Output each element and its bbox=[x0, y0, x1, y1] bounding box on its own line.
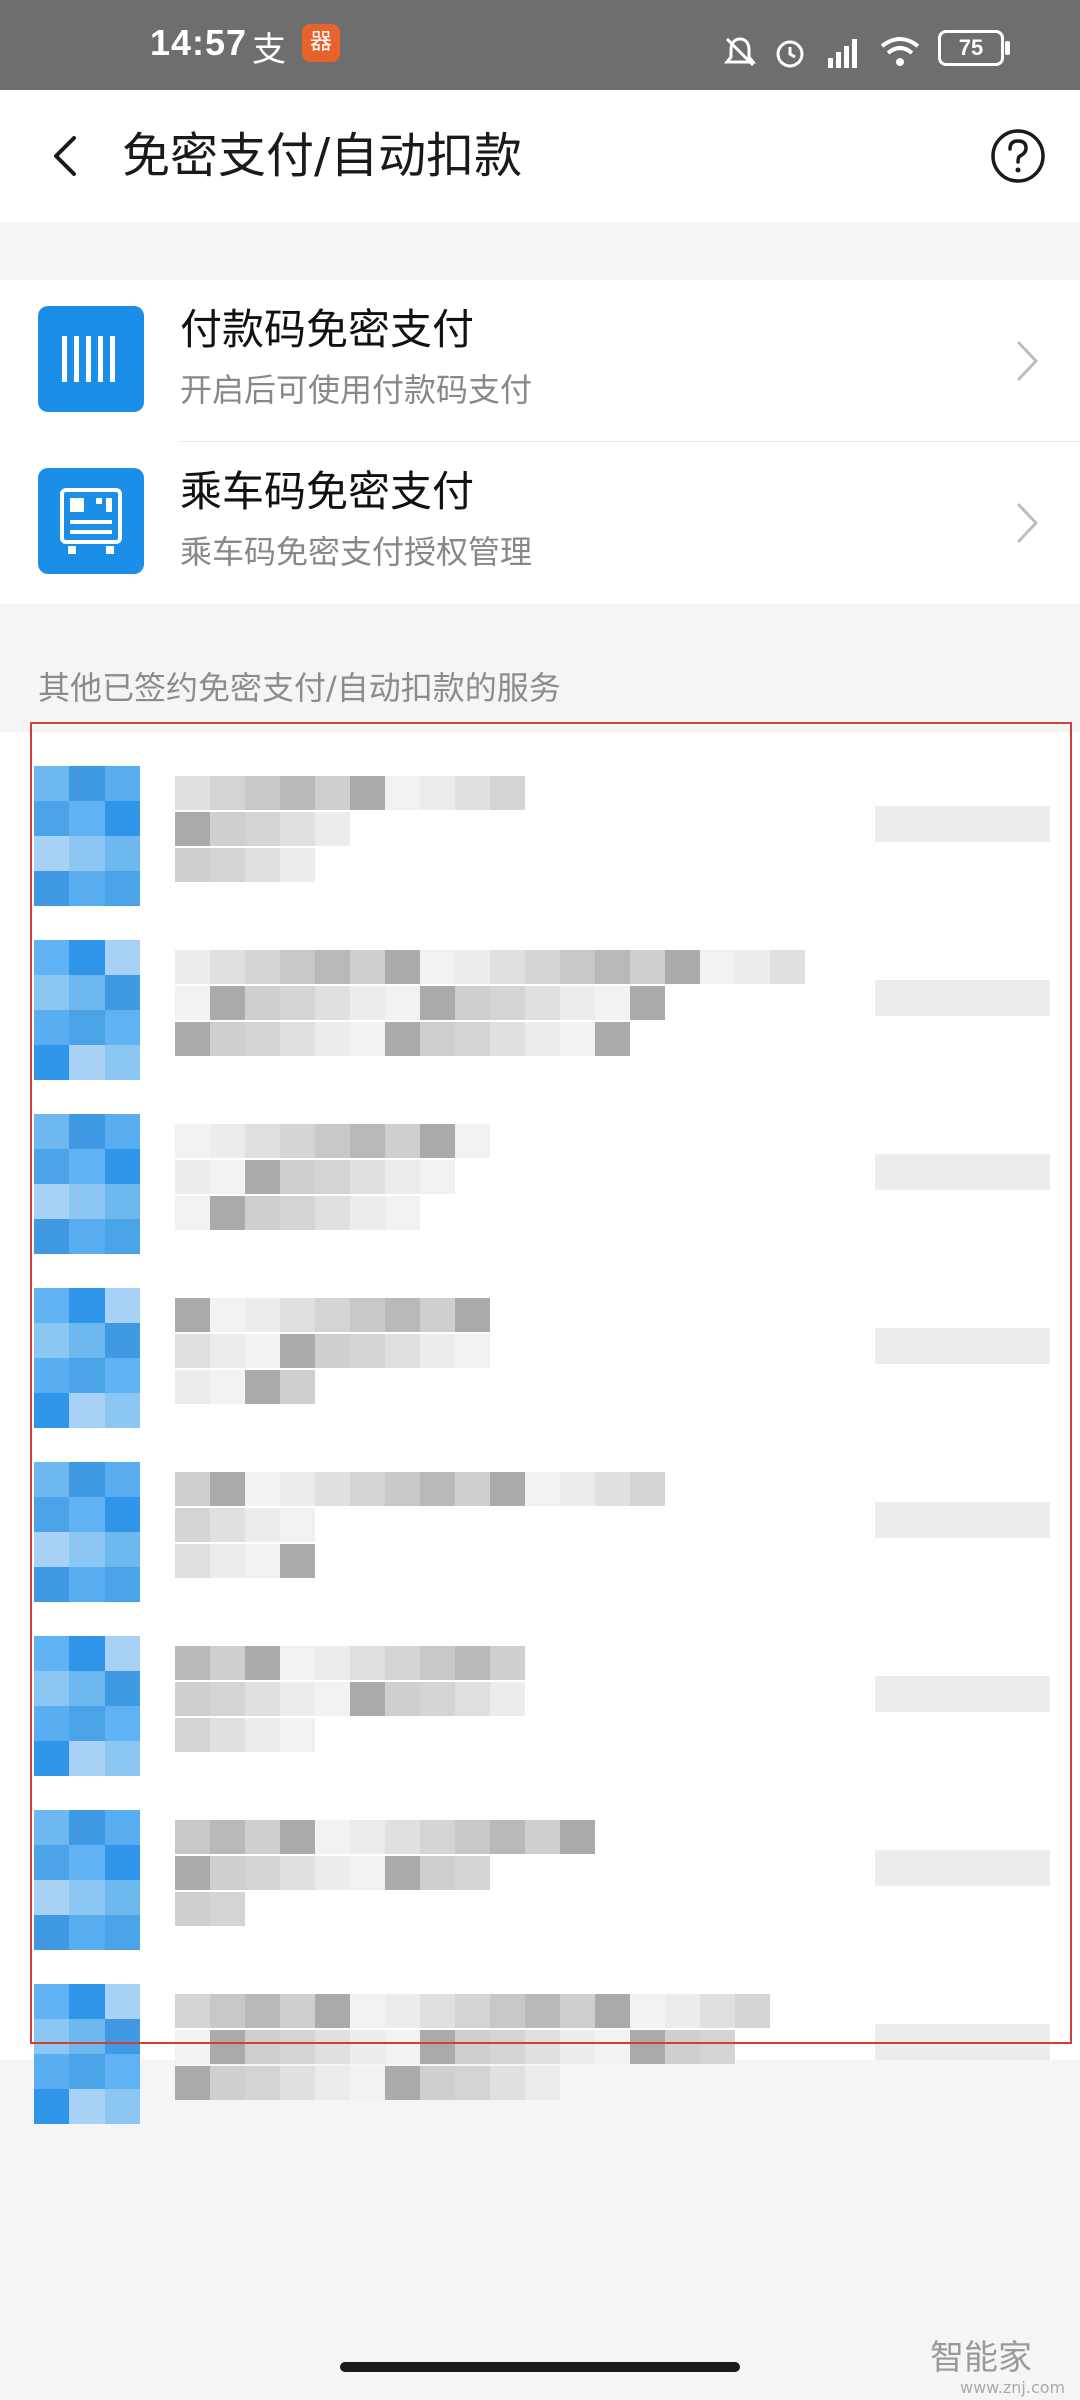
wifi-icon bbox=[880, 37, 920, 66]
home-indicator[interactable] bbox=[340, 2362, 740, 2372]
service-list: 付款码免密支付 开启后可使用付款码支付 乘车码免密支付 乘车码免密支付授权管理 bbox=[0, 280, 1080, 604]
chevron-right-icon bbox=[1016, 340, 1039, 382]
page-title: 免密支付/自动扣款 bbox=[122, 128, 523, 184]
watermark-url: www.znj.com bbox=[960, 2378, 1066, 2397]
alipay-notification-icon: 支 bbox=[252, 30, 286, 70]
mute-bell-icon bbox=[723, 37, 757, 67]
status-bar: 14:57 支 器 75 bbox=[0, 0, 1080, 90]
list-item-payment-code[interactable]: 付款码免密支付 开启后可使用付款码支付 bbox=[0, 280, 1080, 442]
alarm-icon bbox=[776, 40, 804, 68]
watermark-logo: 智能家 bbox=[930, 2338, 1032, 2378]
item-subtitle: 乘车码免密支付授权管理 bbox=[180, 533, 533, 571]
back-arrow-icon[interactable] bbox=[44, 132, 92, 180]
barcode-icon bbox=[38, 306, 144, 412]
blurred-text bbox=[175, 2066, 560, 2100]
highlight-box bbox=[30, 722, 1072, 2044]
battery-icon: 75 bbox=[938, 30, 1010, 66]
section-label: 其他已签约免密支付/自动扣款的服务 bbox=[38, 669, 561, 707]
status-time: 14:57 bbox=[150, 22, 248, 63]
app-notification-icon: 器 bbox=[302, 24, 340, 62]
item-subtitle: 开启后可使用付款码支付 bbox=[180, 371, 533, 409]
list-item-transit-code[interactable]: 乘车码免密支付 乘车码免密支付授权管理 bbox=[0, 442, 1080, 604]
chevron-right-icon bbox=[1016, 502, 1039, 544]
signal-icon bbox=[828, 39, 857, 68]
item-title: 乘车码免密支付 bbox=[180, 467, 475, 516]
header-bar: 免密支付/自动扣款 bbox=[0, 90, 1080, 222]
item-title: 付款码免密支付 bbox=[180, 305, 475, 354]
help-circle-icon[interactable] bbox=[990, 128, 1046, 184]
bus-qr-icon bbox=[38, 468, 144, 574]
